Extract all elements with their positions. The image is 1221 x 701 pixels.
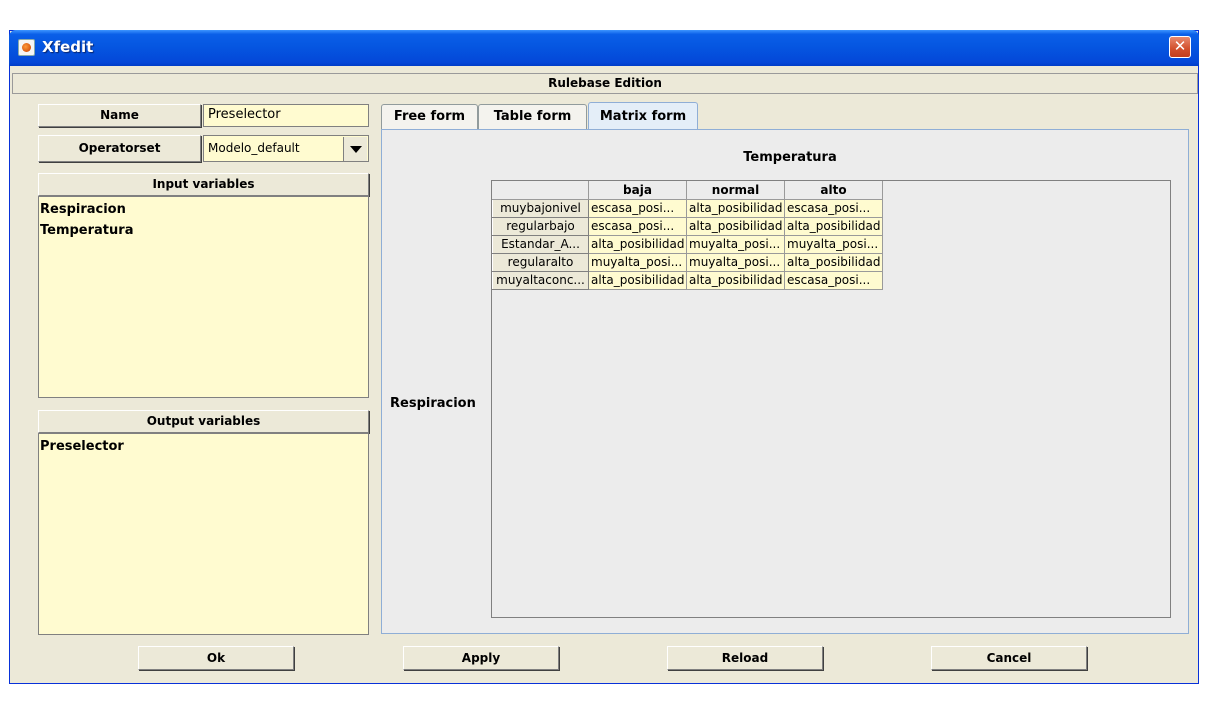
table-row: Estandar_A... alta_posibilidad muyalta_p… — [492, 234, 883, 254]
rulebase-edition-header: Rulebase Edition — [12, 73, 1198, 94]
close-button[interactable]: ✕ — [1169, 36, 1191, 58]
matrix-cell[interactable]: escasa_posi... — [588, 216, 687, 236]
matrix-cell[interactable]: escasa_posi... — [588, 198, 687, 218]
java-cup-icon — [18, 39, 35, 56]
rule-matrix: baja normal alto muybajonivel escasa_pos… — [492, 181, 883, 290]
column-header: normal — [686, 181, 785, 200]
table-row: muybajonivel escasa_posi... alta_posibil… — [492, 198, 883, 218]
matrix-cell[interactable]: muyalta_posi... — [686, 252, 785, 272]
name-input[interactable]: Preselector — [203, 104, 369, 127]
title-bar[interactable]: Xfedit ✕ — [9, 30, 1199, 66]
output-variables-list[interactable]: Preselector — [38, 433, 369, 635]
ok-button[interactable]: Ok — [138, 646, 294, 670]
matrix-cell[interactable]: muyalta_posi... — [686, 234, 785, 254]
row-header-button[interactable]: Estandar_A... — [492, 234, 589, 254]
tab-free-form[interactable]: Free form — [381, 104, 478, 130]
column-header: baja — [588, 181, 687, 200]
input-variables-list[interactable]: Respiracion Temperatura — [38, 196, 369, 398]
matrix-cell[interactable]: alta_posibilidad — [784, 216, 883, 236]
operatorset-select[interactable]: Modelo_default — [203, 135, 369, 162]
name-label-button[interactable]: Name — [38, 104, 201, 127]
row-header-button[interactable]: regularalto — [492, 252, 589, 272]
matrix-cell[interactable]: alta_posibilidad — [588, 270, 687, 290]
window-title: Xfedit — [42, 38, 94, 56]
row-variable-title: Respiracion — [390, 396, 476, 411]
operatorset-label-button[interactable]: Operatorset — [38, 135, 201, 162]
column-variable-title: Temperatura — [743, 150, 837, 165]
matrix-cell[interactable]: muyalta_posi... — [784, 234, 883, 254]
list-item[interactable]: Preselector — [40, 436, 367, 457]
row-header-button[interactable]: muybajonivel — [492, 198, 589, 218]
matrix-corner — [492, 181, 589, 200]
input-variables-button[interactable]: Input variables — [38, 173, 369, 196]
table-row: regularalto muyalta_posi... muyalta_posi… — [492, 252, 883, 272]
matrix-cell[interactable]: escasa_posi... — [784, 270, 883, 290]
operatorset-selected-value: Modelo_default — [208, 141, 300, 155]
matrix-header-row: baja normal alto — [492, 181, 883, 200]
cancel-button[interactable]: Cancel — [931, 646, 1087, 670]
table-row: muyaltaconc... alta_posibilidad alta_pos… — [492, 270, 883, 290]
matrix-cell[interactable]: alta_posibilidad — [784, 252, 883, 272]
matrix-cell[interactable]: escasa_posi... — [784, 198, 883, 218]
reload-button[interactable]: Reload — [667, 646, 823, 670]
output-variables-button[interactable]: Output variables — [38, 410, 369, 433]
apply-button[interactable]: Apply — [403, 646, 559, 670]
table-row: regularbajo escasa_posi... alta_posibili… — [492, 216, 883, 236]
matrix-cell[interactable]: alta_posibilidad — [686, 216, 785, 236]
list-item[interactable]: Respiracion — [40, 199, 367, 220]
matrix-cell[interactable]: alta_posibilidad — [686, 198, 785, 218]
tab-table-form[interactable]: Table form — [478, 104, 587, 130]
row-header-button[interactable]: muyaltaconc... — [492, 270, 589, 290]
column-header: alto — [784, 181, 883, 200]
chevron-down-icon[interactable] — [343, 137, 367, 161]
matrix-cell[interactable]: alta_posibilidad — [686, 270, 785, 290]
matrix-cell[interactable]: muyalta_posi... — [588, 252, 687, 272]
tab-matrix-form[interactable]: Matrix form — [588, 102, 698, 130]
matrix-cell[interactable]: alta_posibilidad — [588, 234, 687, 254]
list-item[interactable]: Temperatura — [40, 220, 367, 241]
row-header-button[interactable]: regularbajo — [492, 216, 589, 236]
